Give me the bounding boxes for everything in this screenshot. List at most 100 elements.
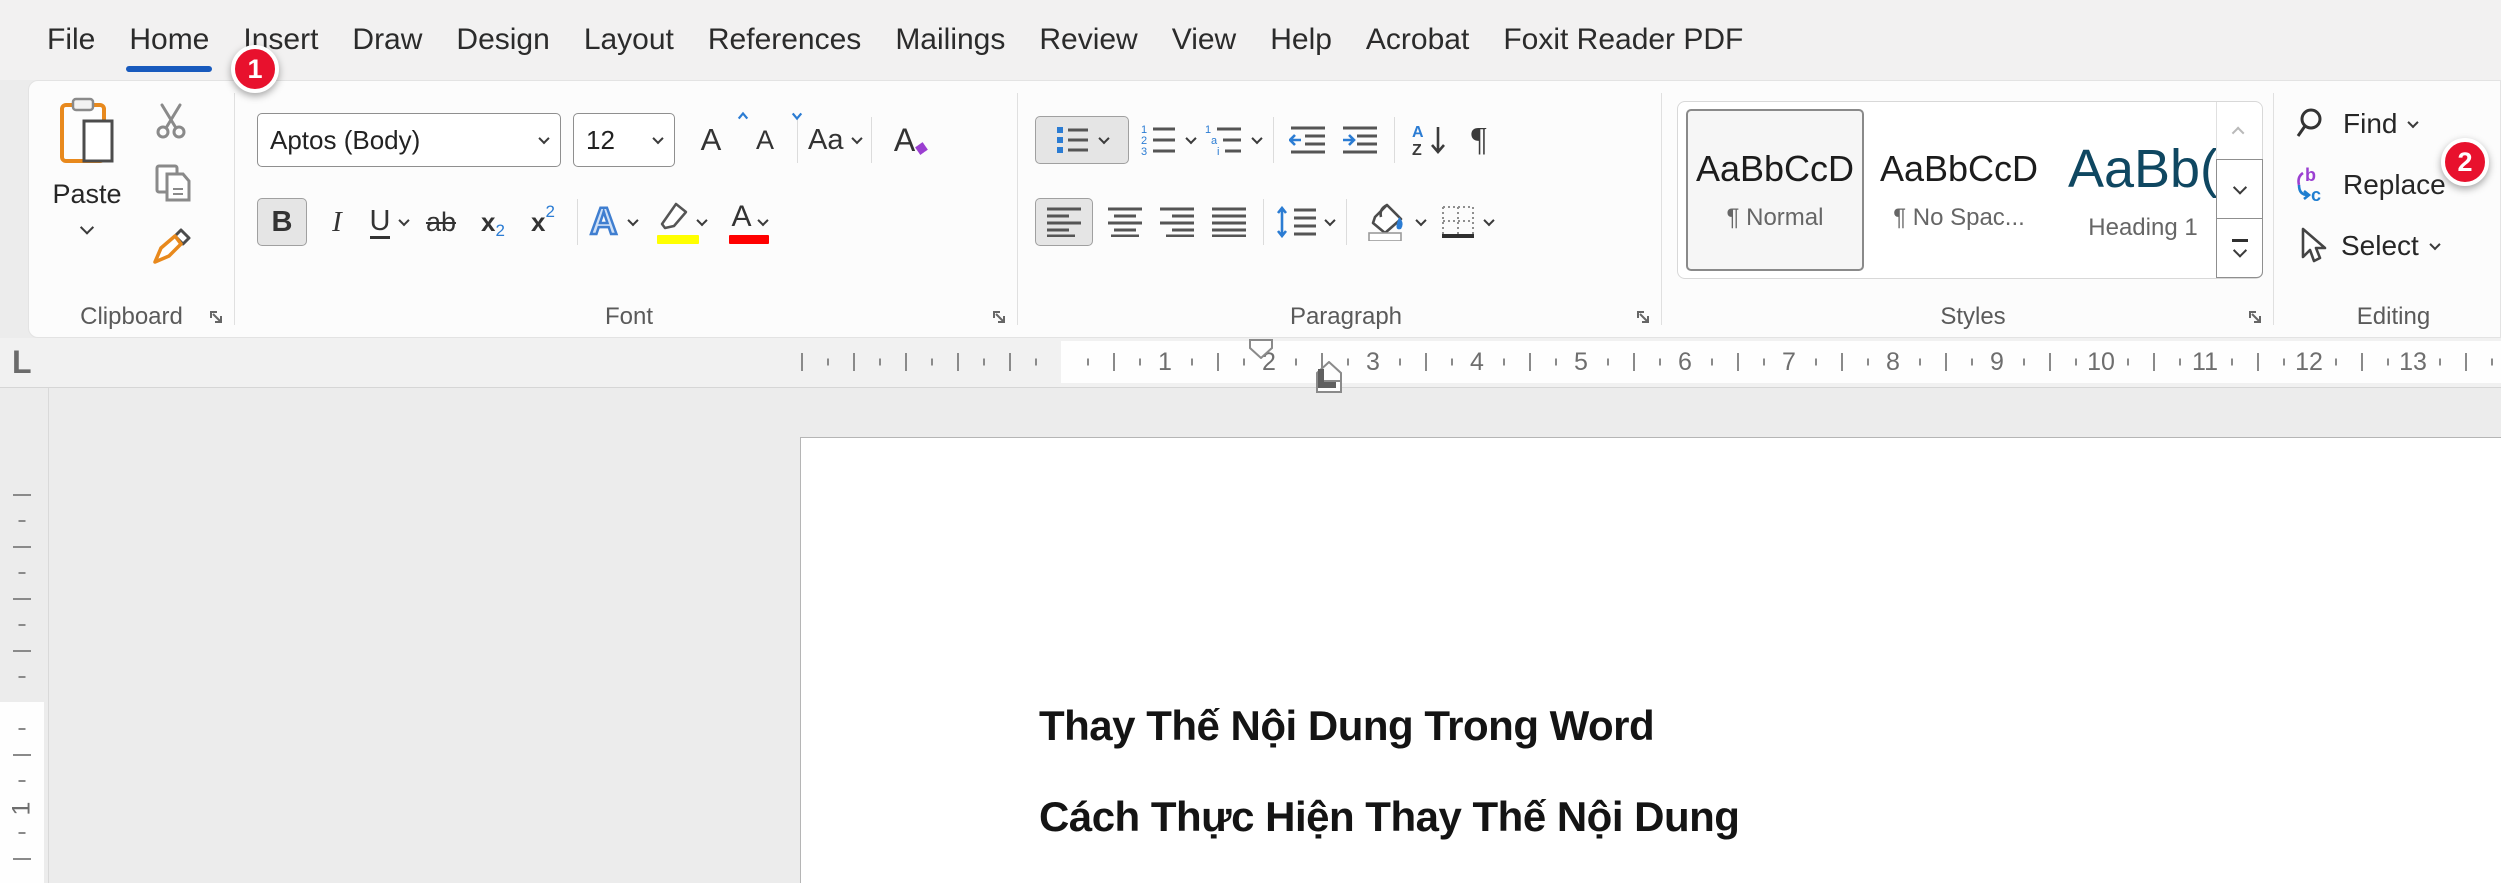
tab-home[interactable]: Home bbox=[112, 0, 226, 80]
ruler-number: 9 bbox=[1990, 348, 2004, 376]
justify-button[interactable] bbox=[1207, 198, 1251, 246]
style-card-normal[interactable]: AaBbCcD ¶ Normal bbox=[1686, 109, 1864, 271]
tab-mailings[interactable]: Mailings bbox=[878, 0, 1022, 80]
font-size-combobox[interactable]: 12 bbox=[573, 113, 675, 167]
underline-button[interactable]: U bbox=[367, 198, 411, 246]
bullets-chevron-icon bbox=[1098, 132, 1110, 145]
group-separator bbox=[234, 93, 235, 325]
align-center-button[interactable] bbox=[1103, 198, 1147, 246]
left-indent-marker[interactable] bbox=[1306, 361, 1352, 395]
sort-button[interactable]: A Z bbox=[1407, 116, 1451, 164]
replace-button[interactable]: b c Replace bbox=[2295, 160, 2446, 210]
change-case-button[interactable]: Aa bbox=[808, 116, 864, 164]
ruler-band[interactable]: 1 2 3 4 5 6 7 8 9 10 11 12 13 bbox=[52, 339, 2501, 393]
font-color-bar bbox=[729, 235, 770, 244]
styles-dialog-launcher[interactable] bbox=[2247, 309, 2265, 327]
ruler-border-line bbox=[48, 388, 49, 883]
ruler-text-area bbox=[1061, 341, 2501, 383]
styles-more-button[interactable] bbox=[2216, 218, 2263, 278]
style-preview: AaBb( bbox=[2067, 139, 2216, 199]
select-button[interactable]: Select bbox=[2295, 221, 2441, 271]
ruler-tick bbox=[1451, 358, 1453, 366]
text-effects-button[interactable]: A bbox=[589, 198, 640, 246]
multilevel-list-button[interactable]: 1ai bbox=[1205, 116, 1263, 164]
superscript-button[interactable]: x2 bbox=[521, 198, 565, 246]
tab-review[interactable]: Review bbox=[1022, 0, 1154, 80]
tab-stop-selector[interactable]: L bbox=[12, 344, 32, 381]
pilcrow-icon: ¶ bbox=[1471, 121, 1487, 158]
bold-button[interactable]: B bbox=[257, 198, 307, 246]
line-spacing-button[interactable] bbox=[1276, 198, 1336, 246]
style-card-nospac[interactable]: AaBbCcD ¶ No Spac... bbox=[1870, 109, 2048, 271]
bullets-button[interactable] bbox=[1035, 116, 1129, 164]
paste-label: Paste bbox=[52, 179, 122, 209]
document-page[interactable]: Thay Thế Nội Dung Trong Word Cách Thực Hi… bbox=[800, 437, 2501, 883]
vertical-ruler[interactable]: 1 bbox=[0, 388, 44, 883]
document-area[interactable]: Thay Thế Nội Dung Trong Word Cách Thực Hi… bbox=[0, 388, 2501, 883]
paste-button[interactable]: Paste bbox=[43, 93, 131, 293]
ruler-tick bbox=[931, 358, 933, 366]
document-heading-1[interactable]: Thay Thế Nội Dung Trong Word bbox=[1039, 702, 1655, 750]
styles-gallery: AaBbCcD ¶ Normal AaBbCcD ¶ No Spac... AaBb(H… bbox=[1677, 101, 2263, 279]
copy-button[interactable] bbox=[147, 157, 199, 209]
font-dialog-launcher[interactable] bbox=[991, 309, 1009, 327]
italic-button[interactable]: I bbox=[315, 198, 359, 246]
tab-foxit-reader-pdf[interactable]: Foxit Reader PDF bbox=[1486, 0, 1760, 80]
font-size-value: 12 bbox=[586, 124, 615, 155]
tab-references[interactable]: References bbox=[691, 0, 878, 80]
show-hide-marks-button[interactable]: ¶ bbox=[1457, 116, 1501, 164]
group-separator bbox=[1017, 93, 1018, 325]
group-separator bbox=[2273, 93, 2274, 325]
ruler-tick bbox=[801, 353, 803, 371]
align-right-button[interactable] bbox=[1155, 198, 1199, 246]
borders-button[interactable] bbox=[1441, 198, 1495, 246]
paragraph-group-label: Paragraph bbox=[1289, 303, 1403, 330]
change-case-chevron-icon bbox=[851, 132, 864, 145]
strikethrough-button[interactable]: ab bbox=[419, 198, 463, 246]
cut-button[interactable] bbox=[147, 95, 199, 147]
subscript-button[interactable]: x2 bbox=[471, 198, 515, 246]
style-name: ¶ No Spac... bbox=[1893, 204, 2025, 231]
ruler-tick bbox=[1815, 358, 1817, 366]
highlight-button[interactable] bbox=[653, 198, 709, 246]
font-name-combobox[interactable]: Aptos (Body) bbox=[257, 113, 561, 167]
increase-indent-button[interactable] bbox=[1338, 116, 1382, 164]
find-button[interactable]: Find bbox=[2295, 99, 2420, 149]
tab-file[interactable]: File bbox=[30, 0, 112, 80]
tab-layout[interactable]: Layout bbox=[567, 0, 691, 80]
group-separator bbox=[1661, 93, 1662, 325]
font-color-button[interactable]: A bbox=[723, 198, 775, 246]
grow-font-button[interactable]: A bbox=[689, 111, 749, 164]
chevron-up-icon bbox=[2231, 126, 2245, 139]
style-card-heading1[interactable]: AaBb(Heading 1 bbox=[2054, 109, 2216, 271]
bullets-icon bbox=[1057, 127, 1088, 153]
ruler-tick bbox=[1139, 358, 1141, 366]
svg-text:b: b bbox=[2305, 165, 2316, 185]
tab-view[interactable]: View bbox=[1155, 0, 1253, 80]
tab-design[interactable]: Design bbox=[439, 0, 566, 80]
align-left-button[interactable] bbox=[1035, 198, 1093, 246]
borders-chevron-icon bbox=[1483, 214, 1495, 227]
italic-icon: I bbox=[332, 205, 342, 238]
tab-help[interactable]: Help bbox=[1253, 0, 1349, 80]
numbering-button[interactable]: 123 bbox=[1141, 116, 1197, 164]
text-effects-icon: A bbox=[589, 201, 619, 243]
styles-scroll-up-button[interactable] bbox=[2217, 102, 2262, 160]
tab-draw[interactable]: Draw bbox=[335, 0, 439, 80]
shading-button[interactable] bbox=[1359, 198, 1433, 246]
styles-scroll-down-button[interactable] bbox=[2216, 159, 2263, 219]
align-center-icon bbox=[1108, 207, 1142, 237]
paragraph-dialog-launcher[interactable] bbox=[1635, 309, 1653, 327]
clipboard-dialog-launcher[interactable] bbox=[208, 309, 226, 327]
clear-formatting-button[interactable]: A ◆ bbox=[882, 116, 930, 164]
shrink-font-icon: A bbox=[755, 124, 774, 155]
first-line-indent-marker[interactable] bbox=[1248, 339, 1274, 359]
select-icon bbox=[2295, 227, 2329, 265]
strikethrough-icon: ab bbox=[425, 206, 457, 237]
decrease-indent-button[interactable] bbox=[1286, 116, 1330, 164]
shrink-font-button[interactable]: A bbox=[743, 112, 803, 164]
document-heading-2[interactable]: Cách Thực Hiện Thay Thế Nội Dung bbox=[1039, 793, 1740, 841]
ruler-number: 12 bbox=[2295, 348, 2323, 376]
tab-acrobat[interactable]: Acrobat bbox=[1349, 0, 1486, 80]
format-painter-button[interactable] bbox=[147, 221, 199, 273]
